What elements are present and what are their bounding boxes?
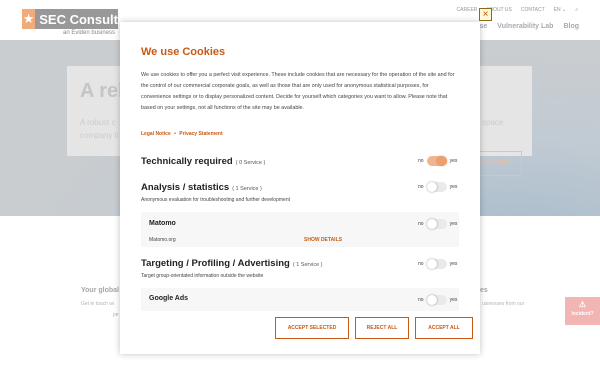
toggle-google-ads[interactable]: no yes <box>418 295 457 305</box>
service-name: Matomo <box>149 220 176 227</box>
toggle-knob <box>426 182 437 192</box>
accept-selected-button[interactable]: ACCEPT SELECTED <box>275 317 349 339</box>
modal-description: We use cookies to offer you a perfect vi… <box>141 72 455 111</box>
toggle-yes-label: yes <box>449 221 458 227</box>
category-count: ( 1 Service ) <box>232 186 262 192</box>
toggle-track <box>426 156 447 166</box>
toggle-knob <box>426 219 437 229</box>
legal-notice-link[interactable]: Legal Notice <box>141 131 171 137</box>
toggle-targeting-advertising[interactable]: no yes <box>418 259 457 269</box>
toggle-track <box>426 219 447 229</box>
legal-links: Legal Notice • Privacy Statement <box>141 131 223 137</box>
service-url: Matomo.org <box>149 237 176 243</box>
toggle-yes-label: yes <box>449 184 458 190</box>
toggle-matomo[interactable]: no yes <box>418 219 457 229</box>
category-analysis-statistics: Analysis / statistics( 1 Service ) <box>141 182 262 193</box>
accept-all-button[interactable]: ACCEPT ALL <box>415 317 473 339</box>
close-icon[interactable]: × <box>479 8 492 21</box>
cookie-consent-modal: We use Cookies We use cookies to offer y… <box>120 22 480 354</box>
toggle-yes-label: yes <box>449 297 458 303</box>
category-subtitle: Target group-orientated information outs… <box>141 273 264 279</box>
toggle-no-label: no <box>418 261 424 267</box>
toggle-yes-label: yes <box>449 158 458 164</box>
toggle-technically-required[interactable]: no yes <box>418 156 457 166</box>
category-title: Targeting / Profiling / Advertising <box>141 258 290 269</box>
privacy-statement-link[interactable]: Privacy Statement <box>179 131 222 137</box>
modal-title: We use Cookies <box>141 46 226 58</box>
service-matomo: Matomo Matomo.org SHOW DETAILS no yes <box>141 212 459 247</box>
category-technically-required: Technically required( 0 Service ) <box>141 156 265 167</box>
reject-all-button[interactable]: REJECT ALL <box>355 317 409 339</box>
toggle-no-label: no <box>418 158 424 164</box>
category-count: ( 1 Service ) <box>292 262 323 268</box>
toggle-no-label: no <box>418 221 424 227</box>
toggle-track <box>426 182 447 192</box>
category-title: Analysis / statistics <box>141 182 230 193</box>
show-details-link[interactable]: SHOW DETAILS <box>304 237 342 243</box>
category-title: Technically required <box>141 156 233 167</box>
service-name: Google Ads <box>149 295 189 302</box>
category-subtitle: Anonymous evaluation for troubleshooting… <box>141 197 290 203</box>
toggle-analysis-statistics[interactable]: no yes <box>418 182 457 192</box>
category-count: ( 0 Service ) <box>235 160 266 166</box>
category-targeting-advertising: Targeting / Profiling / Advertising( 1 S… <box>141 258 323 269</box>
toggle-track <box>426 259 447 269</box>
modal-footer: ACCEPT SELECTED REJECT ALL ACCEPT ALL <box>120 311 480 354</box>
toggle-no-label: no <box>418 297 424 303</box>
toggle-no-label: no <box>418 184 424 190</box>
toggle-knob <box>426 295 437 305</box>
toggle-knob <box>436 156 447 166</box>
link-separator: • <box>174 131 176 137</box>
toggle-track <box>426 295 447 305</box>
toggle-yes-label: yes <box>449 261 458 267</box>
toggle-knob <box>426 259 437 269</box>
